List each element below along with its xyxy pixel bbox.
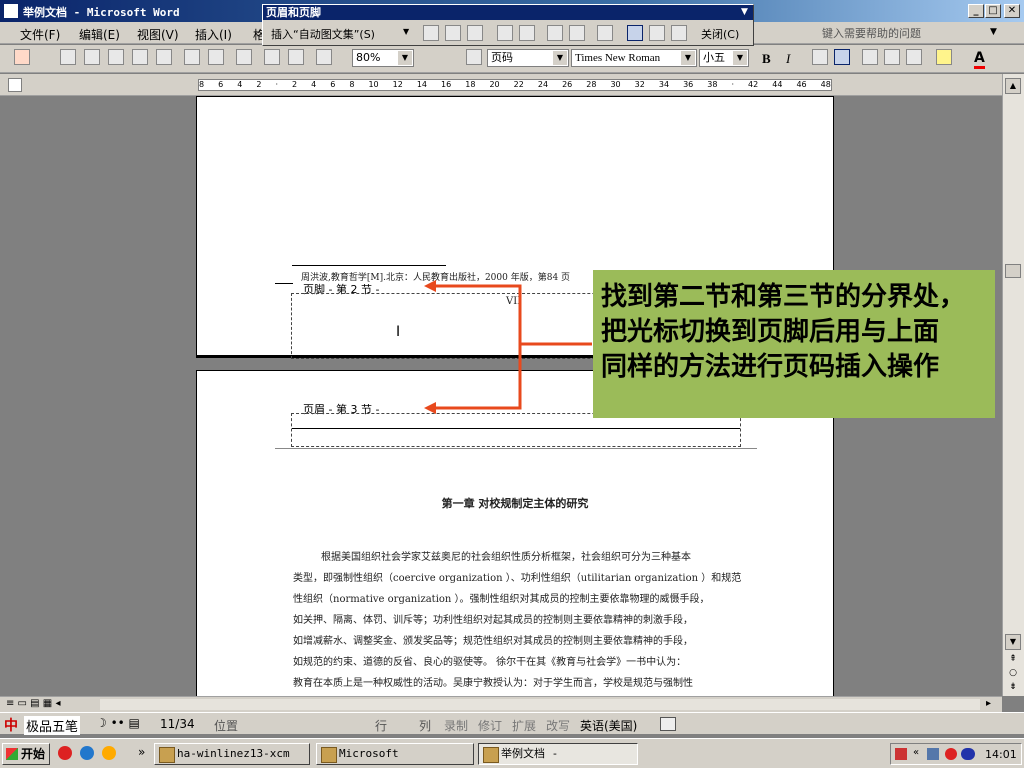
arrow-to-footer — [432, 284, 592, 346]
insert-page-count-icon[interactable] — [445, 25, 461, 41]
arrowhead-footer-icon — [424, 280, 436, 292]
show-next-icon[interactable] — [671, 25, 687, 41]
same-as-previous-icon[interactable] — [597, 25, 613, 41]
header-footer-toolbar-body: 插入“自动图文集”(S) ▼ 关闭(C) — [263, 21, 753, 45]
arrow-to-header — [432, 344, 522, 410]
arrowhead-header-icon — [424, 402, 436, 414]
switch-header-footer-icon[interactable] — [627, 25, 643, 41]
format-page-number-icon[interactable] — [467, 25, 483, 41]
toolbar-options-icon[interactable]: ▼ — [741, 7, 748, 17]
page-setup-icon[interactable] — [547, 25, 563, 41]
header-footer-toolbar: 页眉和页脚 ▼ 插入“自动图文集”(S) ▼ 关闭(C) — [262, 4, 754, 46]
insert-date-icon[interactable] — [497, 25, 513, 41]
show-previous-icon[interactable] — [649, 25, 665, 41]
show-hide-text-icon[interactable] — [569, 25, 585, 41]
callout-line: 找到第二节和第三节的分界处， — [601, 282, 966, 312]
insert-page-number-icon[interactable] — [423, 25, 439, 41]
callout-line: 同样的方法进行页码插入操作 — [601, 352, 940, 382]
callout-line: 把光标切换到页脚后用与上面 — [601, 317, 940, 347]
insert-time-icon[interactable] — [519, 25, 535, 41]
insert-autotext-button[interactable]: 插入“自动图文集”(S) — [271, 26, 375, 42]
header-footer-toolbar-title[interactable]: 页眉和页脚 — [263, 5, 753, 20]
close-header-footer-button[interactable]: 关闭(C) — [701, 26, 739, 42]
autotext-dropdown-icon[interactable]: ▼ — [403, 27, 409, 36]
instruction-callout: 找到第二节和第三节的分界处， 把光标切换到页脚后用与上面 同样的方法进行页码插入… — [593, 270, 995, 418]
